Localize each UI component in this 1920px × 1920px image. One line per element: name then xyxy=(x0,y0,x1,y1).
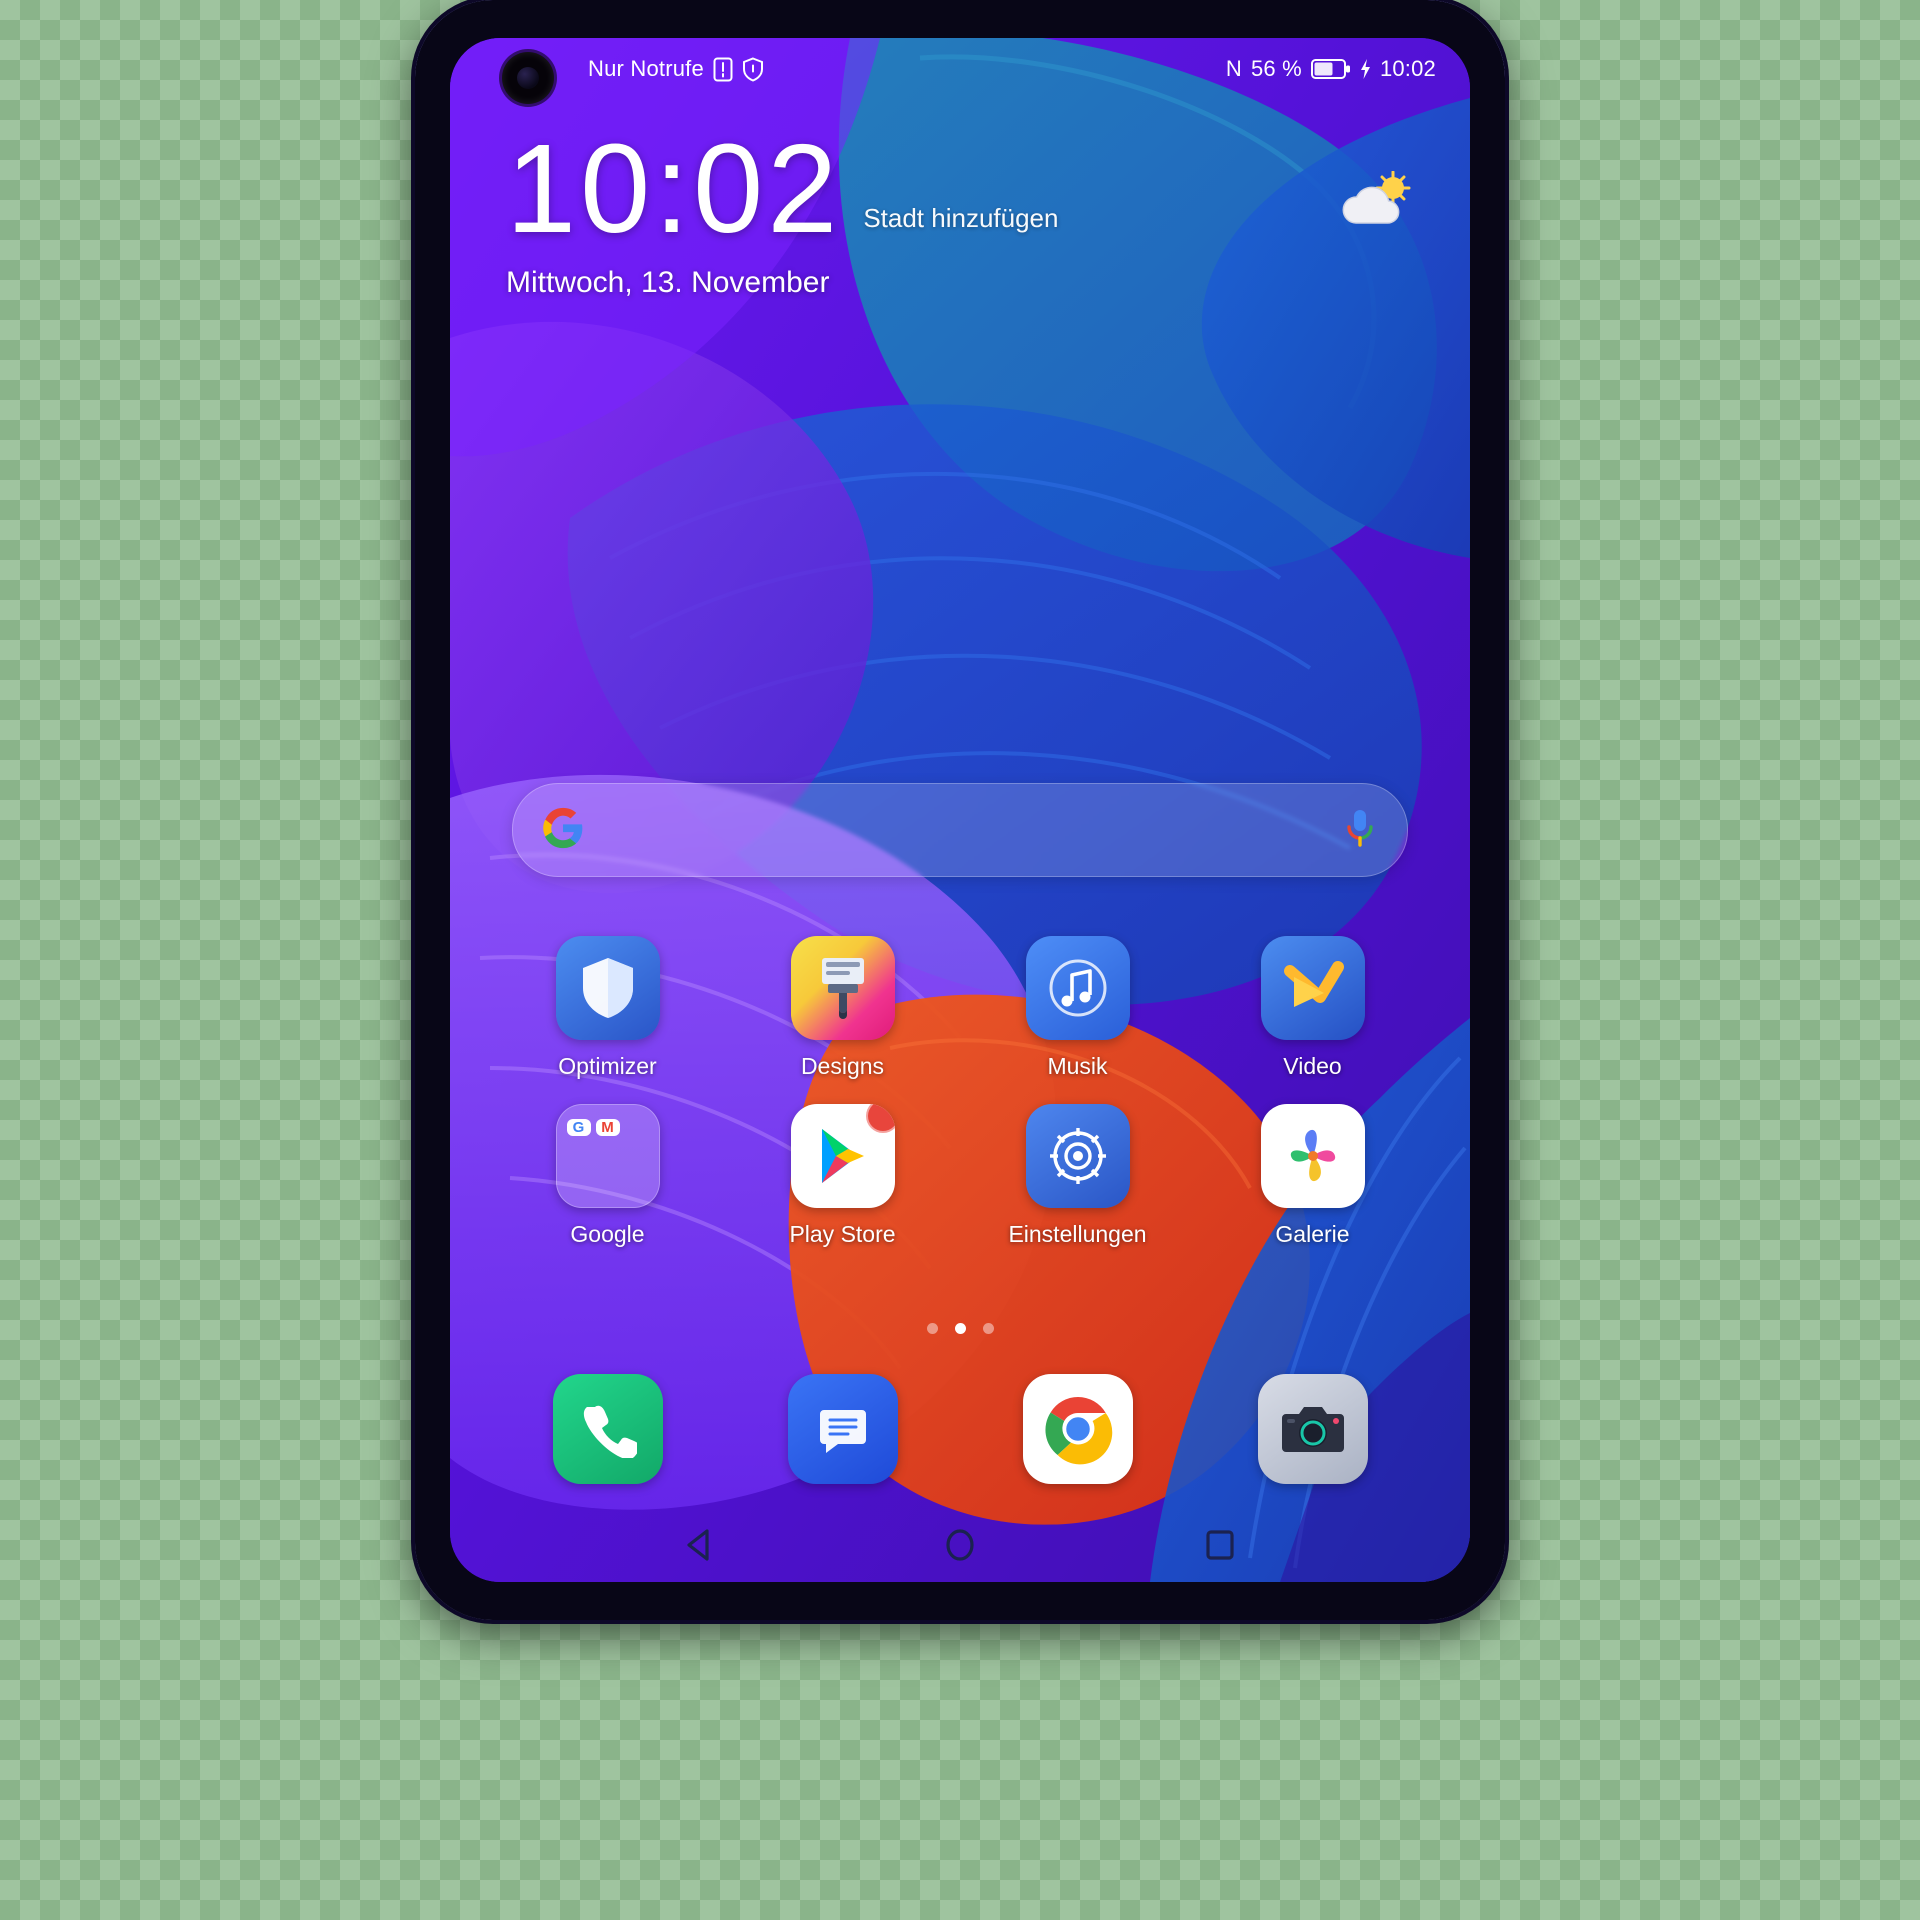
app-designs[interactable]: Designs xyxy=(753,936,933,1080)
app-label: Designs xyxy=(800,1053,885,1079)
canvas-backdrop: Nur Notrufe N 56 % 10:02 10:02 Stadt hin… xyxy=(0,0,1920,1920)
clock-time: 10:02 xyxy=(506,118,842,259)
folder-tile-gmail-g: G xyxy=(566,1118,591,1136)
app-musik[interactable]: Musik xyxy=(988,936,1168,1080)
page-indicator[interactable] xyxy=(450,1323,1470,1334)
google-g-icon[interactable] xyxy=(541,806,585,855)
app-row-2: G M Google Play Store Einstellungen Gale… xyxy=(490,1104,1430,1248)
sim-card-icon xyxy=(713,57,733,82)
nfc-indicator: N xyxy=(1225,56,1242,81)
date-label: Mittwoch, 13. November xyxy=(506,266,830,299)
camera-icon[interactable] xyxy=(1257,1374,1368,1484)
battery-percent-label: 56 % xyxy=(1250,56,1302,81)
google-search-bar[interactable] xyxy=(512,783,1408,877)
dock-app-kamera[interactable]: Kamera xyxy=(1223,1374,1403,1484)
clock-row: 10:02 Stadt hinzufügen xyxy=(506,126,1414,252)
home-circle-icon[interactable] xyxy=(933,1518,987,1572)
recents-square-icon[interactable] xyxy=(1193,1518,1247,1572)
status-bar-left: Nur Notrufe xyxy=(588,56,764,82)
message-icon[interactable] xyxy=(787,1374,898,1484)
video-app-icon[interactable] xyxy=(1260,936,1365,1040)
dock: Telefon Nachrichten xyxy=(490,1374,1430,1484)
musik-app-icon[interactable] xyxy=(1025,936,1130,1040)
microphone-icon[interactable] xyxy=(1341,806,1379,855)
app-play-store[interactable]: Play Store xyxy=(753,1104,933,1248)
app-label: Einstellungen xyxy=(1008,1221,1147,1247)
shield-icon xyxy=(742,56,764,82)
app-video[interactable]: Video xyxy=(1223,936,1403,1080)
clock-weather-widget[interactable]: 10:02 Stadt hinzufügen Mittwoch, 13. Nov… xyxy=(450,126,1470,300)
carrier-label: Nur Notrufe xyxy=(588,56,704,81)
app-label: Galerie xyxy=(1275,1221,1350,1247)
app-row-1: Optimizer Designs Musik Video xyxy=(490,936,1430,1080)
sun-behind-cloud-icon[interactable] xyxy=(1336,170,1414,238)
status-bar: Nur Notrufe N 56 % 10:02 xyxy=(450,38,1470,100)
page-dot[interactable] xyxy=(982,1323,994,1334)
app-label: Musik xyxy=(1047,1053,1108,1079)
designs-app-icon[interactable] xyxy=(790,936,895,1040)
phone-icon[interactable] xyxy=(552,1374,663,1484)
folder-tile-gmail: M xyxy=(595,1118,620,1136)
app-optimizer[interactable]: Optimizer xyxy=(518,936,698,1080)
einstellungen-app-icon[interactable] xyxy=(1025,1104,1130,1208)
charging-bolt-icon xyxy=(1360,58,1371,80)
navigation-bar xyxy=(450,1508,1470,1582)
optimizer-app-icon[interactable] xyxy=(555,936,660,1040)
dock-app-nachrichten[interactable]: Nachrichten xyxy=(753,1374,933,1484)
app-galerie[interactable]: Galerie xyxy=(1223,1104,1403,1248)
app-grid: Optimizer Designs Musik Video G M Google… xyxy=(490,936,1430,1272)
app-folder-google[interactable]: G M Google xyxy=(518,1104,698,1248)
dock-app-chrome[interactable]: Chrome xyxy=(988,1374,1168,1484)
phone-screen[interactable]: Nur Notrufe N 56 % 10:02 10:02 Stadt hin… xyxy=(450,38,1470,1582)
status-bar-right: N 56 % 10:02 xyxy=(1226,56,1436,82)
app-label: Play Store xyxy=(789,1221,896,1247)
app-label: Google xyxy=(570,1221,645,1247)
google-folder-icon[interactable]: G M xyxy=(555,1104,660,1208)
app-label: Optimizer xyxy=(558,1053,657,1079)
app-einstellungen[interactable]: Einstellungen xyxy=(988,1104,1168,1248)
front-camera-punch-hole xyxy=(502,52,554,104)
galerie-app-icon[interactable] xyxy=(1260,1104,1365,1208)
page-dot[interactable] xyxy=(926,1323,938,1334)
status-bar-clock: 10:02 xyxy=(1379,56,1436,81)
page-dot-active[interactable] xyxy=(954,1323,966,1334)
dock-app-telefon[interactable]: Telefon xyxy=(518,1374,698,1484)
add-city-label[interactable]: Stadt hinzufügen xyxy=(863,203,1058,234)
play-store-app-icon[interactable] xyxy=(790,1104,895,1208)
battery-icon xyxy=(1310,58,1351,80)
back-triangle-icon[interactable] xyxy=(673,1518,727,1572)
chrome-icon[interactable] xyxy=(1022,1374,1133,1484)
app-label: Video xyxy=(1283,1053,1342,1079)
smartphone-device: Nur Notrufe N 56 % 10:02 10:02 Stadt hin… xyxy=(415,0,1505,1620)
